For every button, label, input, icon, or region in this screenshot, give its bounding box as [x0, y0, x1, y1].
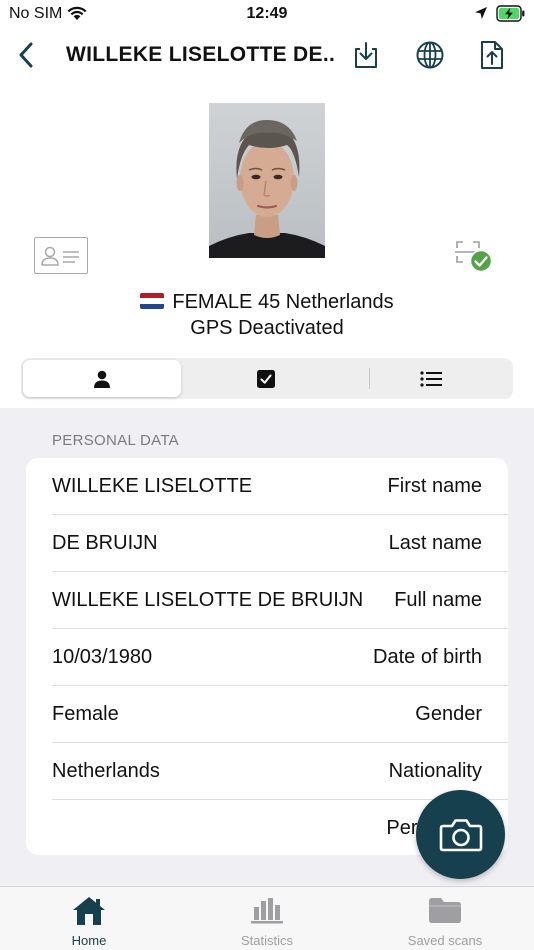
table-row[interactable]: WILLEKE LISELOTTE First name [52, 458, 508, 515]
globe-button[interactable] [413, 38, 447, 72]
status-bar: No SIM 12:49 [0, 0, 534, 28]
location-arrow-icon [474, 6, 488, 25]
battery-charging-icon [496, 5, 526, 27]
list-icon [420, 370, 442, 387]
face-verified-button[interactable] [453, 239, 493, 273]
last-name-value: DE BRUIJN [52, 532, 158, 554]
tab-home[interactable]: Home [0, 887, 178, 950]
date-of-birth-value: 10/03/1980 [52, 646, 153, 668]
person-icon [94, 370, 110, 388]
tab-saved-scans[interactable]: Saved scans [356, 887, 534, 950]
tab-statistics-label: Statistics [240, 933, 293, 948]
tab-statistics[interactable]: Statistics [178, 887, 356, 950]
view-segmented-control [21, 358, 513, 399]
download-button[interactable] [349, 38, 383, 72]
chevron-left-icon [19, 42, 33, 68]
gender-label: Gender [415, 703, 482, 725]
gps-status: GPS Deactivated [190, 317, 344, 339]
home-icon [73, 897, 105, 925]
back-button[interactable] [12, 38, 40, 72]
download-icon [355, 42, 377, 68]
netherlands-flag-icon [140, 293, 165, 309]
full-name-label: Full name [394, 589, 482, 611]
last-name-label: Last name [388, 532, 482, 554]
summary-text: FEMALE 45 Netherlands [172, 291, 394, 313]
segment-details[interactable] [351, 360, 511, 397]
table-row[interactable]: WILLEKE LISELOTTE DE BRUIJN Full name [52, 572, 508, 629]
face-scan-check-icon [455, 241, 493, 273]
gender-value: Female [52, 703, 119, 725]
full-name-value: WILLEKE LISELOTTE DE BRUIJN [52, 589, 364, 611]
table-row[interactable]: Female Gender [52, 686, 508, 743]
id-card-icon [41, 246, 79, 266]
section-header: PERSONAL DATA [52, 432, 179, 449]
segment-personal[interactable] [23, 360, 181, 397]
share-icon [481, 41, 503, 69]
checkbox-icon [257, 369, 275, 388]
tab-home-label: Home [71, 933, 107, 948]
navigation-bar: WILLEKE LISELOTTE DE... [0, 28, 534, 84]
segment-checks[interactable] [185, 360, 347, 397]
share-button[interactable] [475, 38, 509, 72]
camera-icon [439, 818, 482, 851]
bar-chart-icon [251, 898, 283, 924]
document-summary: FEMALE 45 Netherlands [0, 291, 534, 314]
clock: 12:49 [246, 5, 288, 22]
tab-saved-scans-label: Saved scans [407, 933, 483, 948]
personal-data-card: WILLEKE LISELOTTE First name DE BRUIJN L… [26, 458, 508, 855]
nationality-label: Nationality [388, 760, 482, 782]
first-name-value: WILLEKE LISELOTTE [52, 475, 253, 497]
nationality-value: Netherlands [52, 760, 160, 782]
table-row[interactable]: Netherlands Nationality [52, 743, 508, 800]
id-card-button[interactable] [34, 237, 88, 274]
folder-icon [429, 898, 461, 923]
document-portrait-photo [209, 103, 325, 258]
table-row[interactable]: DE BRUIJN Last name [52, 515, 508, 572]
page-title: WILLEKE LISELOTTE DE... [66, 43, 336, 66]
first-name-label: First name [387, 475, 482, 497]
scan-camera-button[interactable] [416, 790, 505, 879]
tab-bar: Home Statistics Saved scans [0, 886, 534, 950]
date-of-birth-label: Date of birth [373, 646, 482, 668]
table-row[interactable]: 10/03/1980 Date of birth [52, 629, 508, 686]
globe-icon [416, 41, 444, 69]
